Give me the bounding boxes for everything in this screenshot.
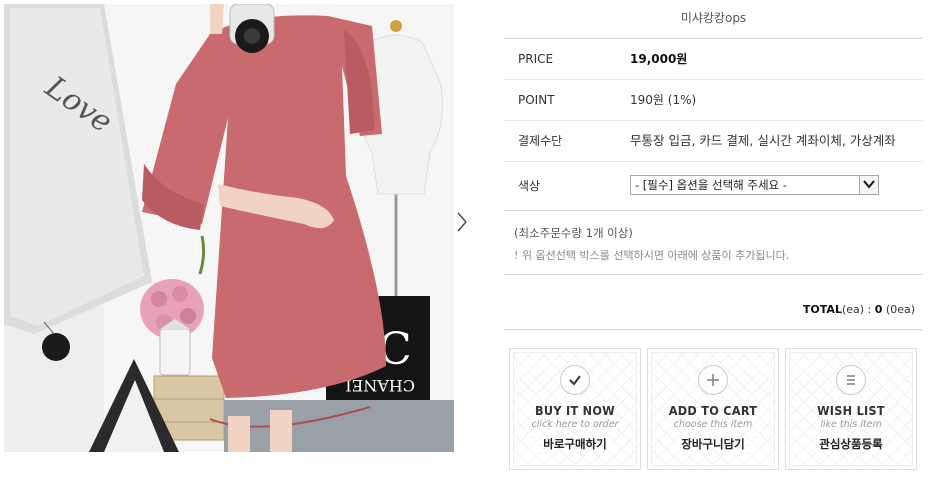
color-label: 색상 [518,179,541,193]
product-photo-illustration: Love CC CHANEL [4,4,454,452]
buy-now-subtitle: click here to order [531,419,619,430]
add-to-cart-subtitle: choose this item [673,419,753,430]
add-to-cart-korean: 장바구니담기 [681,437,745,451]
chevron-right-icon [457,212,467,232]
add-to-cart-title: ADD TO CART [668,403,758,418]
price-value: 19,000원 [630,52,688,66]
buy-now-title: BUY IT NOW [535,403,615,418]
color-option-select[interactable]: - [필수] 옵션을 선택해 주세요 - [630,175,879,195]
total-count: (0ea) [885,303,915,316]
color-option-selected: - [필수] 옵션을 선택해 주세요 - [635,178,787,192]
plus-icon [698,365,728,395]
payment-row: 결제수단 무통장 입금, 카드 결제, 실시간 계좌이체, 가상계좌 [504,121,923,162]
min-order-note: (최소주문수량 1개 이상) [514,226,633,240]
buy-now-korean: 바로구매하기 [543,437,607,451]
total-amount: 0 [874,303,883,316]
total-label: TOTAL [802,303,842,316]
point-label: POINT [518,93,555,107]
chevron-down-icon [859,176,878,194]
total-line: TOTAL(ea) : 0 (0ea) [803,303,915,316]
total-summary: TOTAL(ea) : 0 (0ea) [504,275,923,330]
product-photo: Love CC CHANEL [4,4,454,452]
buy-now-button[interactable]: BUY IT NOW click here to order 바로구매하기 [509,348,641,470]
wish-list-korean: 관심상품등록 [819,437,883,451]
price-row: PRICE 19,000원 [504,39,923,80]
order-notes: (최소주문수량 1개 이상) ! 위 옵션선택 박스를 선택하시면 아래에 상품… [504,211,923,275]
pompom-decor [42,333,70,361]
product-info-panel: 미샤캉캉ops PRICE 19,000원 POINT 190원 (1%) 결제… [504,0,923,330]
point-value: 190원 (1%) [630,93,697,107]
color-option-row: 색상 - [필수] 옵션을 선택해 주세요 - [504,162,923,211]
point-row: POINT 190원 (1%) [504,80,923,121]
next-image-arrow[interactable] [455,210,469,234]
price-label: PRICE [518,52,554,66]
total-unit: (ea) [841,303,865,316]
check-icon [560,365,590,395]
wish-list-button[interactable]: WISH LIST like this item 관심상품등록 [785,348,917,470]
product-name: 미샤캉캉ops [504,0,923,39]
option-hint-note: ! 위 옵션선택 박스를 선택하시면 아래에 상품이 추가됩니다. [514,249,790,262]
total-separator: : [864,303,875,316]
payment-methods: 무통장 입금, 카드 결제, 실시간 계좌이체, 가상계좌 [630,133,896,148]
wish-list-subtitle: like this item [820,419,882,430]
add-to-cart-button[interactable]: ADD TO CART choose this item 장바구니담기 [647,348,779,470]
list-icon [836,365,866,395]
wish-list-title: WISH LIST [817,403,885,418]
payment-label: 결제수단 [518,134,563,148]
